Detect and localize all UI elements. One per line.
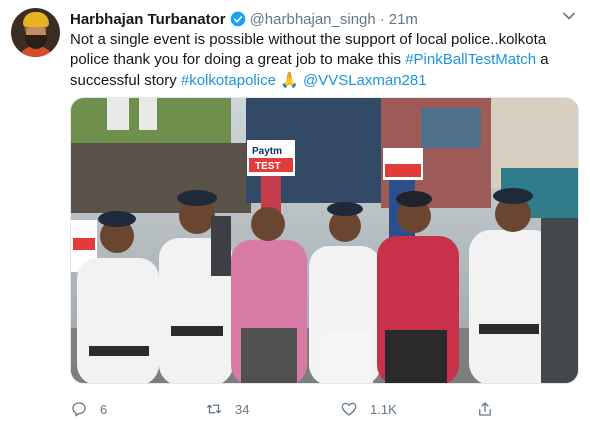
retweet-icon (206, 404, 222, 414)
retweet-action[interactable]: 34 (205, 398, 249, 420)
mention-link[interactable]: @VVSLaxman281 (303, 72, 427, 89)
tweet-timestamp[interactable]: 21m (389, 11, 418, 28)
banner-text-paytm: Paytm (252, 146, 282, 157)
reply-icon (72, 402, 86, 417)
author-handle[interactable]: @harbhajan_singh (250, 11, 376, 28)
reply-count: 6 (100, 401, 108, 417)
author-avatar[interactable] (11, 8, 60, 57)
tweet-text-segment: 🙏 (275, 71, 303, 89)
author-name[interactable]: Harbhajan Turbanator (70, 11, 226, 28)
like-count: 1.1K (370, 401, 397, 417)
verified-badge-icon (230, 11, 245, 27)
chevron-down-icon[interactable] (562, 9, 576, 23)
retweet-count: 34 (235, 401, 250, 417)
header-separator: · (379, 10, 385, 28)
share-action[interactable] (476, 398, 506, 420)
hashtag-link[interactable]: #PinkBallTestMatch (405, 51, 536, 68)
tweet-text: Not a single event is possible without t… (70, 30, 580, 91)
banner-text-test: TEST (255, 161, 281, 172)
tweet-actions: 6 34 1.1K (70, 398, 510, 420)
like-action[interactable]: 1.1K (340, 398, 397, 420)
heart-icon (341, 402, 357, 416)
reply-action[interactable]: 6 (70, 398, 107, 420)
tweet-header: Harbhajan Turbanator @harbhajan_singh · … (70, 9, 418, 29)
photo-police-group-image: Paytm TEST (71, 98, 578, 383)
tweet-photo[interactable]: Paytm TEST (70, 97, 579, 384)
hashtag-link[interactable]: #kolkotapolice (181, 72, 276, 89)
share-icon (479, 402, 491, 416)
tweet-card[interactable]: Harbhajan Turbanator @harbhajan_singh · … (0, 0, 590, 431)
